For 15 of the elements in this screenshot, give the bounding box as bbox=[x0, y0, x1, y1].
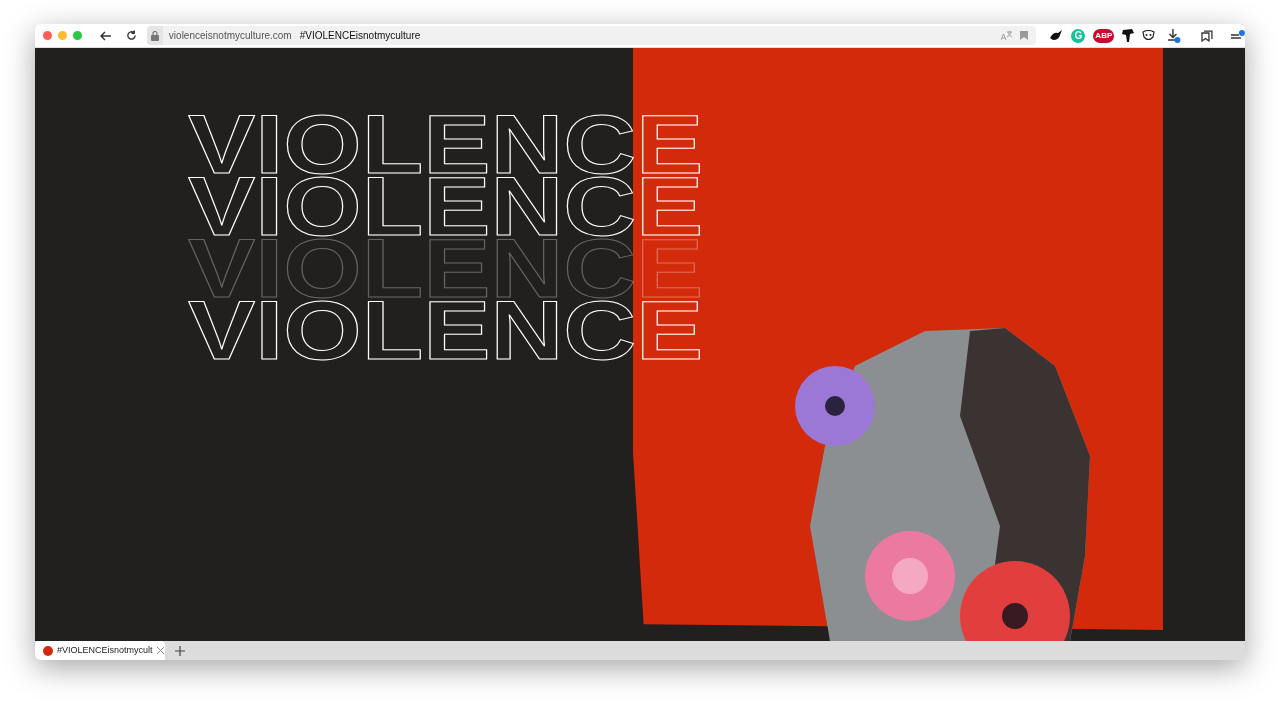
url-domain: violenceisnotmyculture.com bbox=[168, 29, 292, 43]
new-tab-icon[interactable] bbox=[175, 646, 185, 656]
extension-badge[interactable]: ABP bbox=[1093, 28, 1115, 43]
back-icon[interactable] bbox=[100, 30, 112, 41]
site-favicon bbox=[43, 645, 53, 656]
menu-icon[interactable] bbox=[1231, 30, 1245, 41]
tab-title: #VIOLENCEisnotmycult bbox=[57, 643, 153, 657]
reload-icon[interactable] bbox=[125, 30, 137, 41]
close-tab-icon[interactable] bbox=[156, 647, 164, 654]
lock-icon bbox=[150, 30, 159, 41]
page-title: #VIOLENCEisnotmyculture bbox=[299, 29, 421, 43]
download-icon[interactable] bbox=[1167, 28, 1182, 43]
close-window-button[interactable] bbox=[43, 31, 52, 40]
browser-tab[interactable]: #VIOLENCEisnotmycult bbox=[35, 641, 165, 660]
reading-list-icon[interactable] bbox=[1201, 29, 1214, 42]
